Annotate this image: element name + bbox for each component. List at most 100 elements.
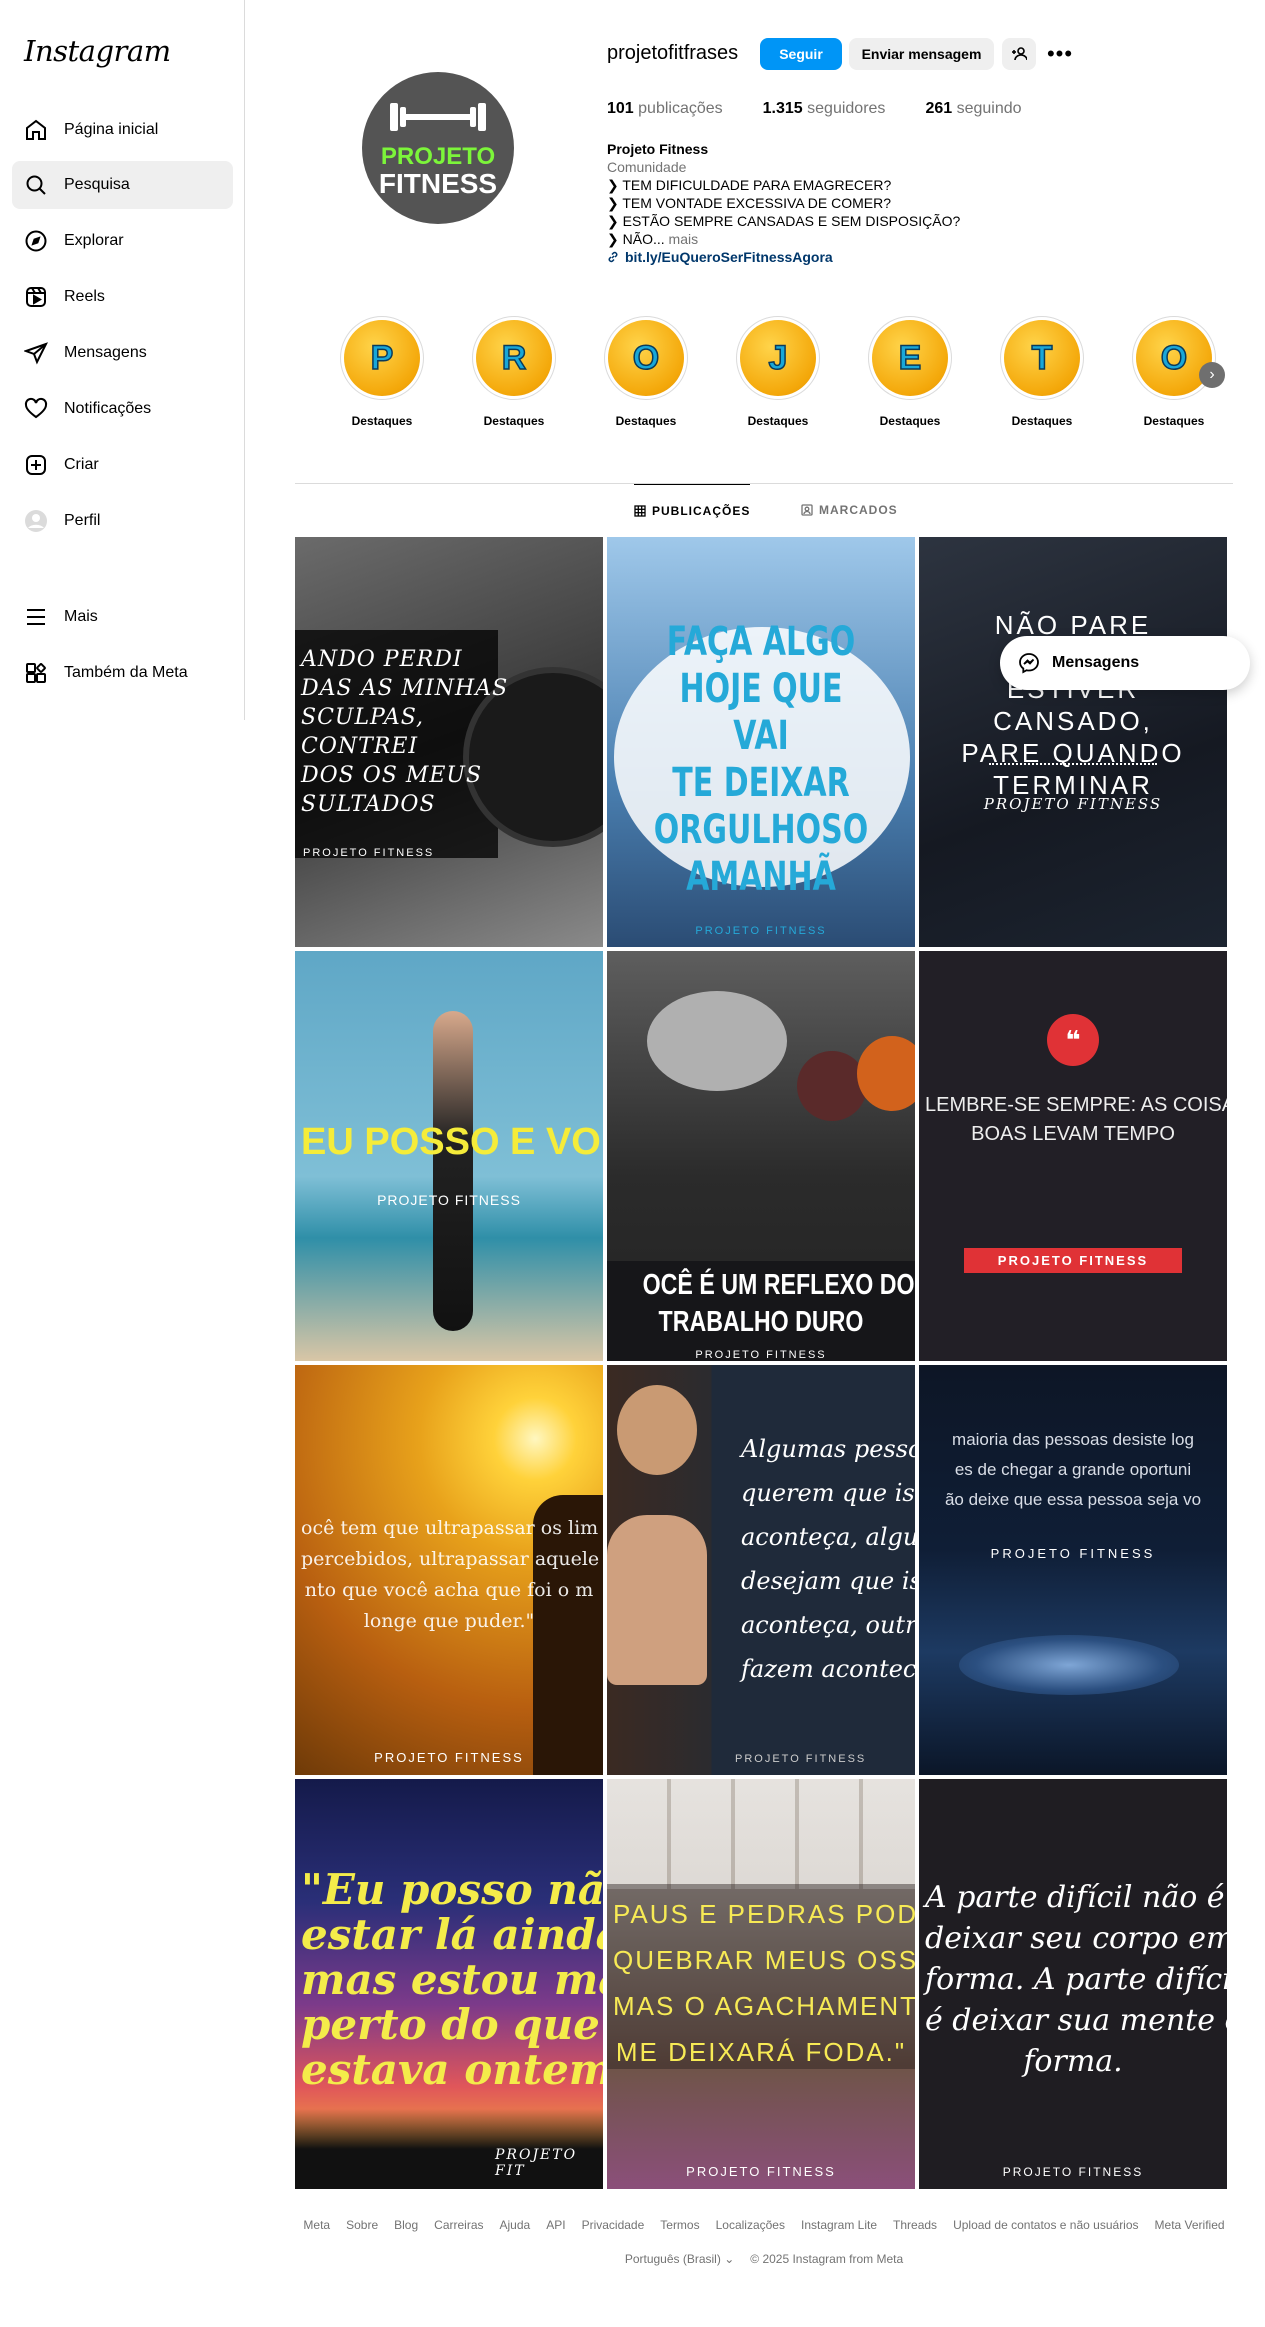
quote-icon: ❝ (1047, 1014, 1099, 1066)
avatar-text-fitness: FITNESS (378, 168, 498, 199)
post-tile[interactable]: ocê tem que ultrapassar os lim percebido… (295, 1365, 603, 1775)
following-stat[interactable]: 261 seguindo (925, 100, 1021, 118)
follow-button[interactable]: Seguir (760, 38, 842, 70)
tab-posts[interactable]: PUBLICAÇÕES (634, 484, 751, 536)
messages-floating-button[interactable]: Mensagens (1000, 636, 1250, 690)
sidebar-item-meta[interactable]: Também da Meta (12, 649, 233, 697)
sidebar-item-messages[interactable]: Mensagens (12, 329, 233, 377)
sidebar: Instagram Página inicial Pesquisa Explor… (0, 0, 245, 720)
post-caption: ANDO PERDI DAS AS MINHAS SCULPAS, CONTRE… (301, 647, 509, 817)
bio-more-link[interactable]: mais (669, 231, 699, 247)
footer-link[interactable]: Meta (303, 2218, 330, 2232)
sidebar-item-label: Reels (64, 288, 105, 305)
post-tile[interactable]: OCÊ É UM REFLEXO DO SE TRABALHO DURO PRO… (607, 951, 915, 1361)
suggested-users-button[interactable] (1002, 38, 1036, 70)
post-tile[interactable]: FAÇA ALGO HOJE QUE VAI TE DEIXAR ORGULHO… (607, 537, 915, 947)
post-brand: PROJETO FITNESS (303, 847, 435, 859)
followers-stat[interactable]: 1.315 seguidores (763, 100, 886, 118)
heart-icon (24, 397, 48, 421)
post-caption: OCÊ É UM REFLEXO DO SE TRABALHO DURO (642, 1269, 915, 1338)
footer-link[interactable]: Threads (893, 2218, 937, 2232)
post-brand: PROJETO FITNESS (735, 1753, 867, 1765)
bio-external-link[interactable]: bit.ly/EuQueroSerFitnessAgora (607, 248, 960, 266)
post-tile[interactable]: ❝ LEMBRE-SE SEMPRE: AS COISAS BOAS LEVAM… (919, 951, 1227, 1361)
send-message-button[interactable]: Enviar mensagem (849, 38, 994, 70)
footer-link[interactable]: API (546, 2218, 565, 2232)
post-tile[interactable]: EU POSSO E VOU PROJETO FITNESS (295, 951, 603, 1361)
posts-stat[interactable]: 101 publicações (607, 100, 723, 118)
highlight-item[interactable]: R Destaques (472, 316, 556, 428)
footer-link[interactable]: Upload de contatos e não usuários (953, 2218, 1138, 2232)
highlight-item[interactable]: T Destaques (1000, 316, 1084, 428)
post-caption: FAÇA ALGO HOJE QUE VAI TE DEIXAR ORGULHO… (653, 619, 869, 900)
post-brand: PROJETO FITNESS (377, 1192, 521, 1208)
highlight-item[interactable]: P Destaques (340, 316, 424, 428)
post-caption: ocê tem que ultrapassar os lim percebido… (301, 1517, 600, 1632)
footer: Meta Sobre Blog Carreiras Ajuda API Priv… (295, 2218, 1233, 2266)
footer-link[interactable]: Meta Verified (1155, 2218, 1225, 2232)
footer-link[interactable]: Carreiras (434, 2218, 483, 2232)
highlight-label: Destaques (615, 414, 677, 428)
profile-avatar[interactable]: PROJETO FITNESS (362, 72, 514, 224)
link-icon (608, 251, 618, 263)
post-caption: EU POSSO E VOU (301, 1121, 603, 1163)
post-tile[interactable]: ANDO PERDI DAS AS MINHAS SCULPAS, CONTRE… (295, 537, 603, 947)
sidebar-item-label: Criar (64, 456, 99, 473)
post-tile[interactable]: Algumas pesso querem que iss aconteça, a… (607, 1365, 915, 1775)
highlight-label: Destaques (351, 414, 413, 428)
plus-square-icon (24, 453, 48, 477)
avatar-icon (24, 509, 48, 533)
highlight-item[interactable]: J Destaques (736, 316, 820, 428)
footer-link[interactable]: Blog (394, 2218, 418, 2232)
post-tile[interactable]: A parte difícil não é deixar seu corpo e… (919, 1779, 1227, 2189)
bio-line: ❯ TEM VONTADE EXCESSIVA DE COMER? (607, 195, 892, 211)
tab-tagged[interactable]: MARCADOS (801, 484, 898, 536)
footer-link[interactable]: Sobre (346, 2218, 378, 2232)
sidebar-item-more[interactable]: Mais (12, 593, 233, 641)
bio-line: ❯ NÃO... (607, 231, 665, 247)
search-icon (24, 173, 48, 197)
more-options-icon[interactable]: ••• (1046, 40, 1074, 68)
sidebar-item-create[interactable]: Criar (12, 441, 233, 489)
post-tile[interactable]: PAUS E PEDRAS PODEM QUEBRAR MEUS OSSOS, … (607, 1779, 915, 2189)
tabs-divider (295, 483, 1233, 484)
sidebar-item-label: Pesquisa (64, 176, 130, 193)
highlight-label: Destaques (747, 414, 809, 428)
sidebar-item-home[interactable]: Página inicial (12, 106, 233, 154)
home-icon (24, 118, 48, 142)
sidebar-item-label: Perfil (64, 512, 101, 529)
messenger-icon (1019, 653, 1039, 674)
post-tile[interactable]: "Eu posso não estar lá ainda, mas estou … (295, 1779, 603, 2189)
bio-line: ❯ TEM DIFICULDADE PARA EMAGRECER? (607, 177, 892, 193)
post-tile[interactable]: maioria das pessoas desiste log es de ch… (919, 1365, 1227, 1775)
tab-tagged-label: MARCADOS (819, 503, 898, 517)
highlight-label: Destaques (879, 414, 941, 428)
footer-link[interactable]: Localizações (716, 2218, 785, 2232)
footer-link[interactable]: Ajuda (500, 2218, 531, 2232)
grid-icon (634, 504, 646, 517)
post-tile[interactable]: NÃO PARE QUANDO ESTIVER CANSADO, PARE QU… (919, 537, 1227, 947)
footer-link[interactable]: Termos (660, 2218, 699, 2232)
sidebar-item-search[interactable]: Pesquisa (12, 161, 233, 209)
sidebar-item-explore[interactable]: Explorar (12, 217, 233, 265)
post-brand: PROJETO FITNESS (686, 2164, 836, 2179)
profile-stats: 101 publicações 1.315 seguidores 261 seg… (607, 100, 1022, 118)
bio-name: Projeto Fitness (607, 141, 709, 157)
highlights-next-button[interactable]: › (1199, 362, 1225, 388)
sidebar-item-notifications[interactable]: Notificações (12, 385, 233, 433)
sidebar-item-reels[interactable]: Reels (12, 273, 233, 321)
highlight-item[interactable]: E Destaques (868, 316, 952, 428)
instagram-logo[interactable]: Instagram (24, 34, 171, 68)
language-selector[interactable]: Português (Brasil) ⌄ (625, 2252, 734, 2266)
messages-floating-label: Mensagens (1052, 654, 1140, 671)
post-caption: LEMBRE-SE SEMPRE: AS COISAS BOAS LEVAM T… (925, 1094, 1227, 1145)
footer-link[interactable]: Privacidade (582, 2218, 645, 2232)
highlight-cover: R (476, 320, 552, 396)
profile-bio: Projeto Fitness Comunidade ❯ TEM DIFICUL… (607, 140, 960, 266)
sidebar-item-profile[interactable]: Perfil (12, 497, 233, 545)
highlight-cover: E (872, 320, 948, 396)
footer-link[interactable]: Instagram Lite (801, 2218, 877, 2232)
highlight-item[interactable]: O Destaques (604, 316, 688, 428)
post-brand: PROJETO FITNESS (374, 1750, 524, 1765)
sidebar-item-label: Também da Meta (64, 664, 188, 681)
